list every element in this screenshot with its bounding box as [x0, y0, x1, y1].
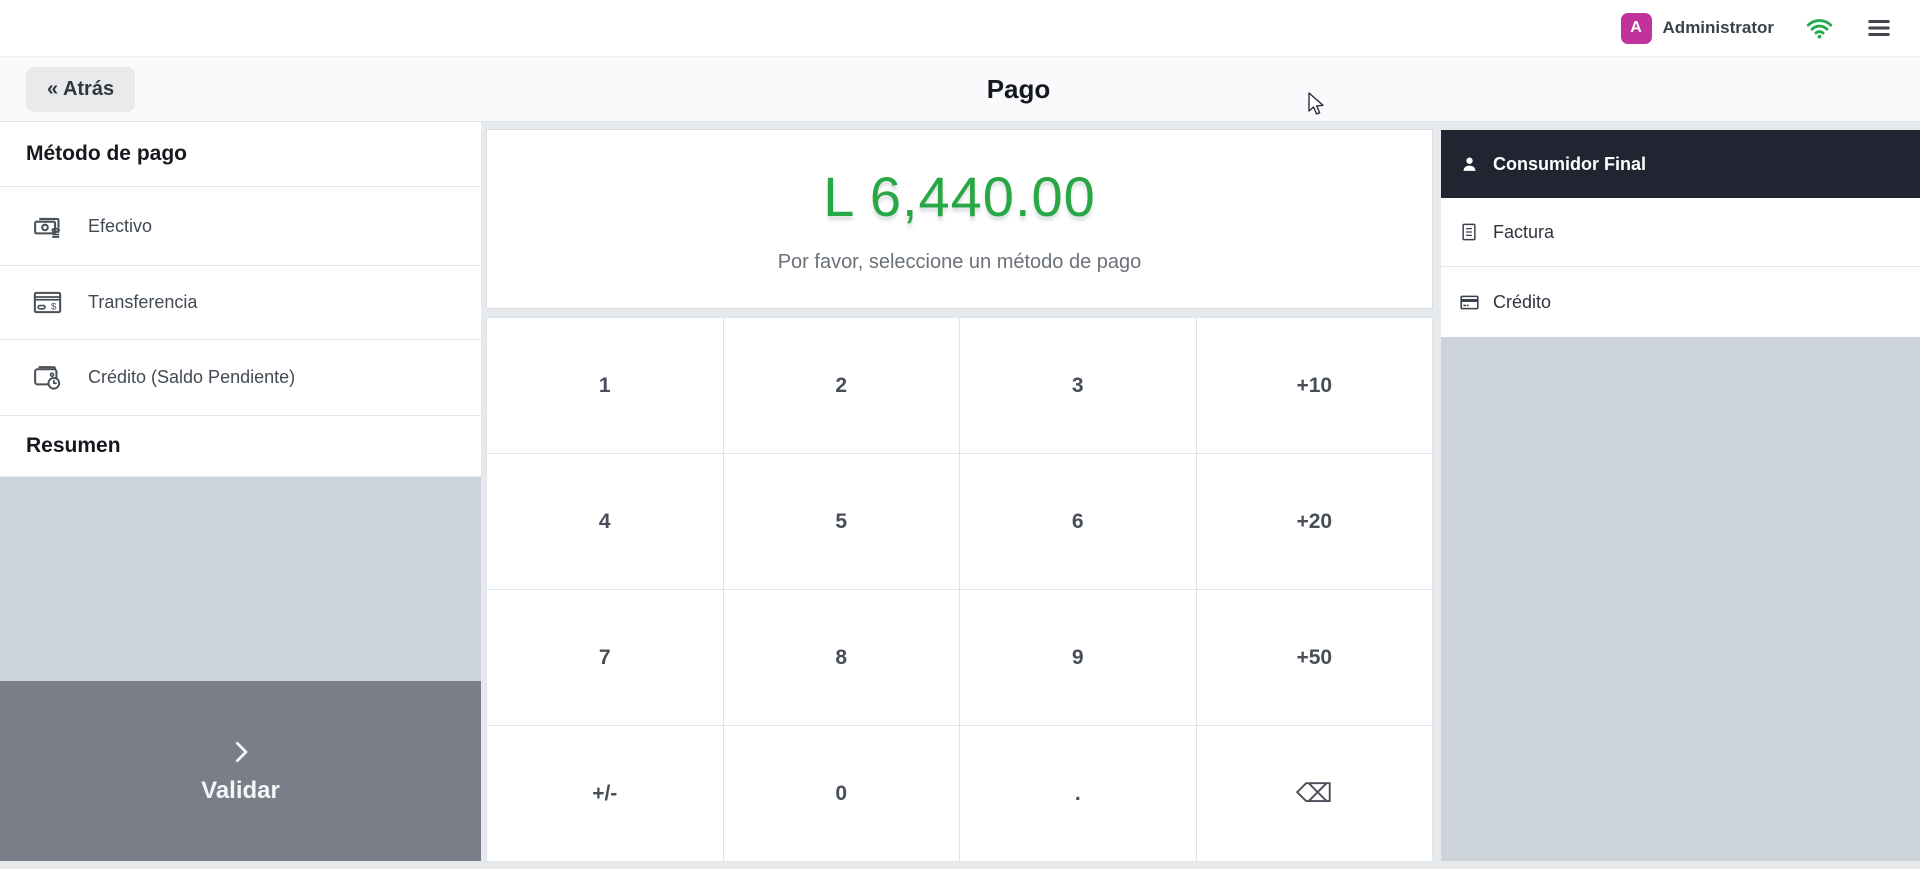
- numpad-key-9[interactable]: 9: [960, 590, 1196, 725]
- payment-method-label: Transferencia: [88, 292, 197, 313]
- payment-methods-panel: Método de pago Efectivo $: [0, 122, 481, 861]
- numpad-key-1[interactable]: 1: [487, 318, 723, 453]
- payment-methods-title: Método de pago: [0, 122, 481, 187]
- numpad-key-2[interactable]: 2: [724, 318, 960, 453]
- numpad-key-plus20[interactable]: +20: [1197, 454, 1433, 589]
- page-title: Pago: [117, 74, 1920, 105]
- payment-hint: Por favor, seleccione un método de pago: [778, 251, 1142, 274]
- user-icon: [1458, 153, 1480, 175]
- numpad-key-backspace[interactable]: ⌫: [1197, 726, 1433, 861]
- credit-button[interactable]: Crédito: [1441, 267, 1920, 337]
- avatar[interactable]: A: [1621, 13, 1652, 44]
- numpad: 1 2 3 +10 4 5 6 +20 7 8 9 +50 +/- 0 . ⌫: [486, 317, 1433, 862]
- user-name: Administrator: [1663, 18, 1774, 38]
- customer-actions-panel: Consumidor Final Factura Crédit: [1441, 130, 1920, 861]
- payment-method-label: Efectivo: [88, 216, 152, 237]
- customer-label: Consumidor Final: [1493, 154, 1646, 175]
- numpad-key-plus10[interactable]: +10: [1197, 318, 1433, 453]
- cash-icon: [30, 209, 64, 243]
- numpad-key-6[interactable]: 6: [960, 454, 1196, 589]
- payment-screen: Método de pago Efectivo $: [0, 122, 1920, 868]
- svg-text:$: $: [50, 301, 56, 312]
- amount-card: L 6,440.00 Por favor, seleccione un méto…: [486, 129, 1433, 309]
- validate-button[interactable]: Validar: [0, 681, 481, 861]
- numpad-key-decimal[interactable]: .: [960, 726, 1196, 861]
- user-menu[interactable]: A Administrator: [1621, 13, 1774, 44]
- header-bar: « Atrás Pago: [0, 57, 1920, 122]
- chevron-right-icon: [226, 737, 256, 767]
- summary-empty-area: [0, 477, 481, 681]
- numpad-key-7[interactable]: 7: [487, 590, 723, 725]
- numpad-key-3[interactable]: 3: [960, 318, 1196, 453]
- numpad-key-8[interactable]: 8: [724, 590, 960, 725]
- wallet-clock-icon: [30, 361, 64, 395]
- payment-method-credito-saldo[interactable]: Crédito (Saldo Pendiente): [0, 340, 481, 416]
- summary-title: Resumen: [0, 416, 481, 477]
- numpad-key-plusminus[interactable]: +/-: [487, 726, 723, 861]
- total-amount: L 6,440.00: [823, 164, 1096, 229]
- validate-label: Validar: [201, 777, 280, 805]
- invoice-button[interactable]: Factura: [1441, 198, 1920, 266]
- numpad-key-4[interactable]: 4: [487, 454, 723, 589]
- wifi-icon[interactable]: [1806, 15, 1833, 42]
- invoice-label: Factura: [1493, 222, 1554, 243]
- numpad-key-plus50[interactable]: +50: [1197, 590, 1433, 725]
- payment-method-transferencia[interactable]: $ Transferencia: [0, 266, 481, 340]
- back-button[interactable]: « Atrás: [26, 67, 135, 112]
- customer-button[interactable]: Consumidor Final: [1441, 130, 1920, 198]
- numpad-key-0[interactable]: 0: [724, 726, 960, 861]
- bank-card-icon: $: [30, 286, 64, 320]
- backspace-icon: ⌫: [1296, 778, 1333, 809]
- payment-method-efectivo[interactable]: Efectivo: [0, 187, 481, 266]
- numpad-key-5[interactable]: 5: [724, 454, 960, 589]
- credit-card-icon: [1458, 291, 1480, 313]
- hamburger-menu-icon[interactable]: [1865, 15, 1892, 42]
- document-icon: [1458, 221, 1480, 243]
- payment-method-label: Crédito (Saldo Pendiente): [88, 367, 295, 388]
- credit-label: Crédito: [1493, 292, 1551, 313]
- amount-and-numpad-panel: L 6,440.00 Por favor, seleccione un méto…: [486, 129, 1433, 862]
- top-bar: A Administrator: [0, 0, 1920, 57]
